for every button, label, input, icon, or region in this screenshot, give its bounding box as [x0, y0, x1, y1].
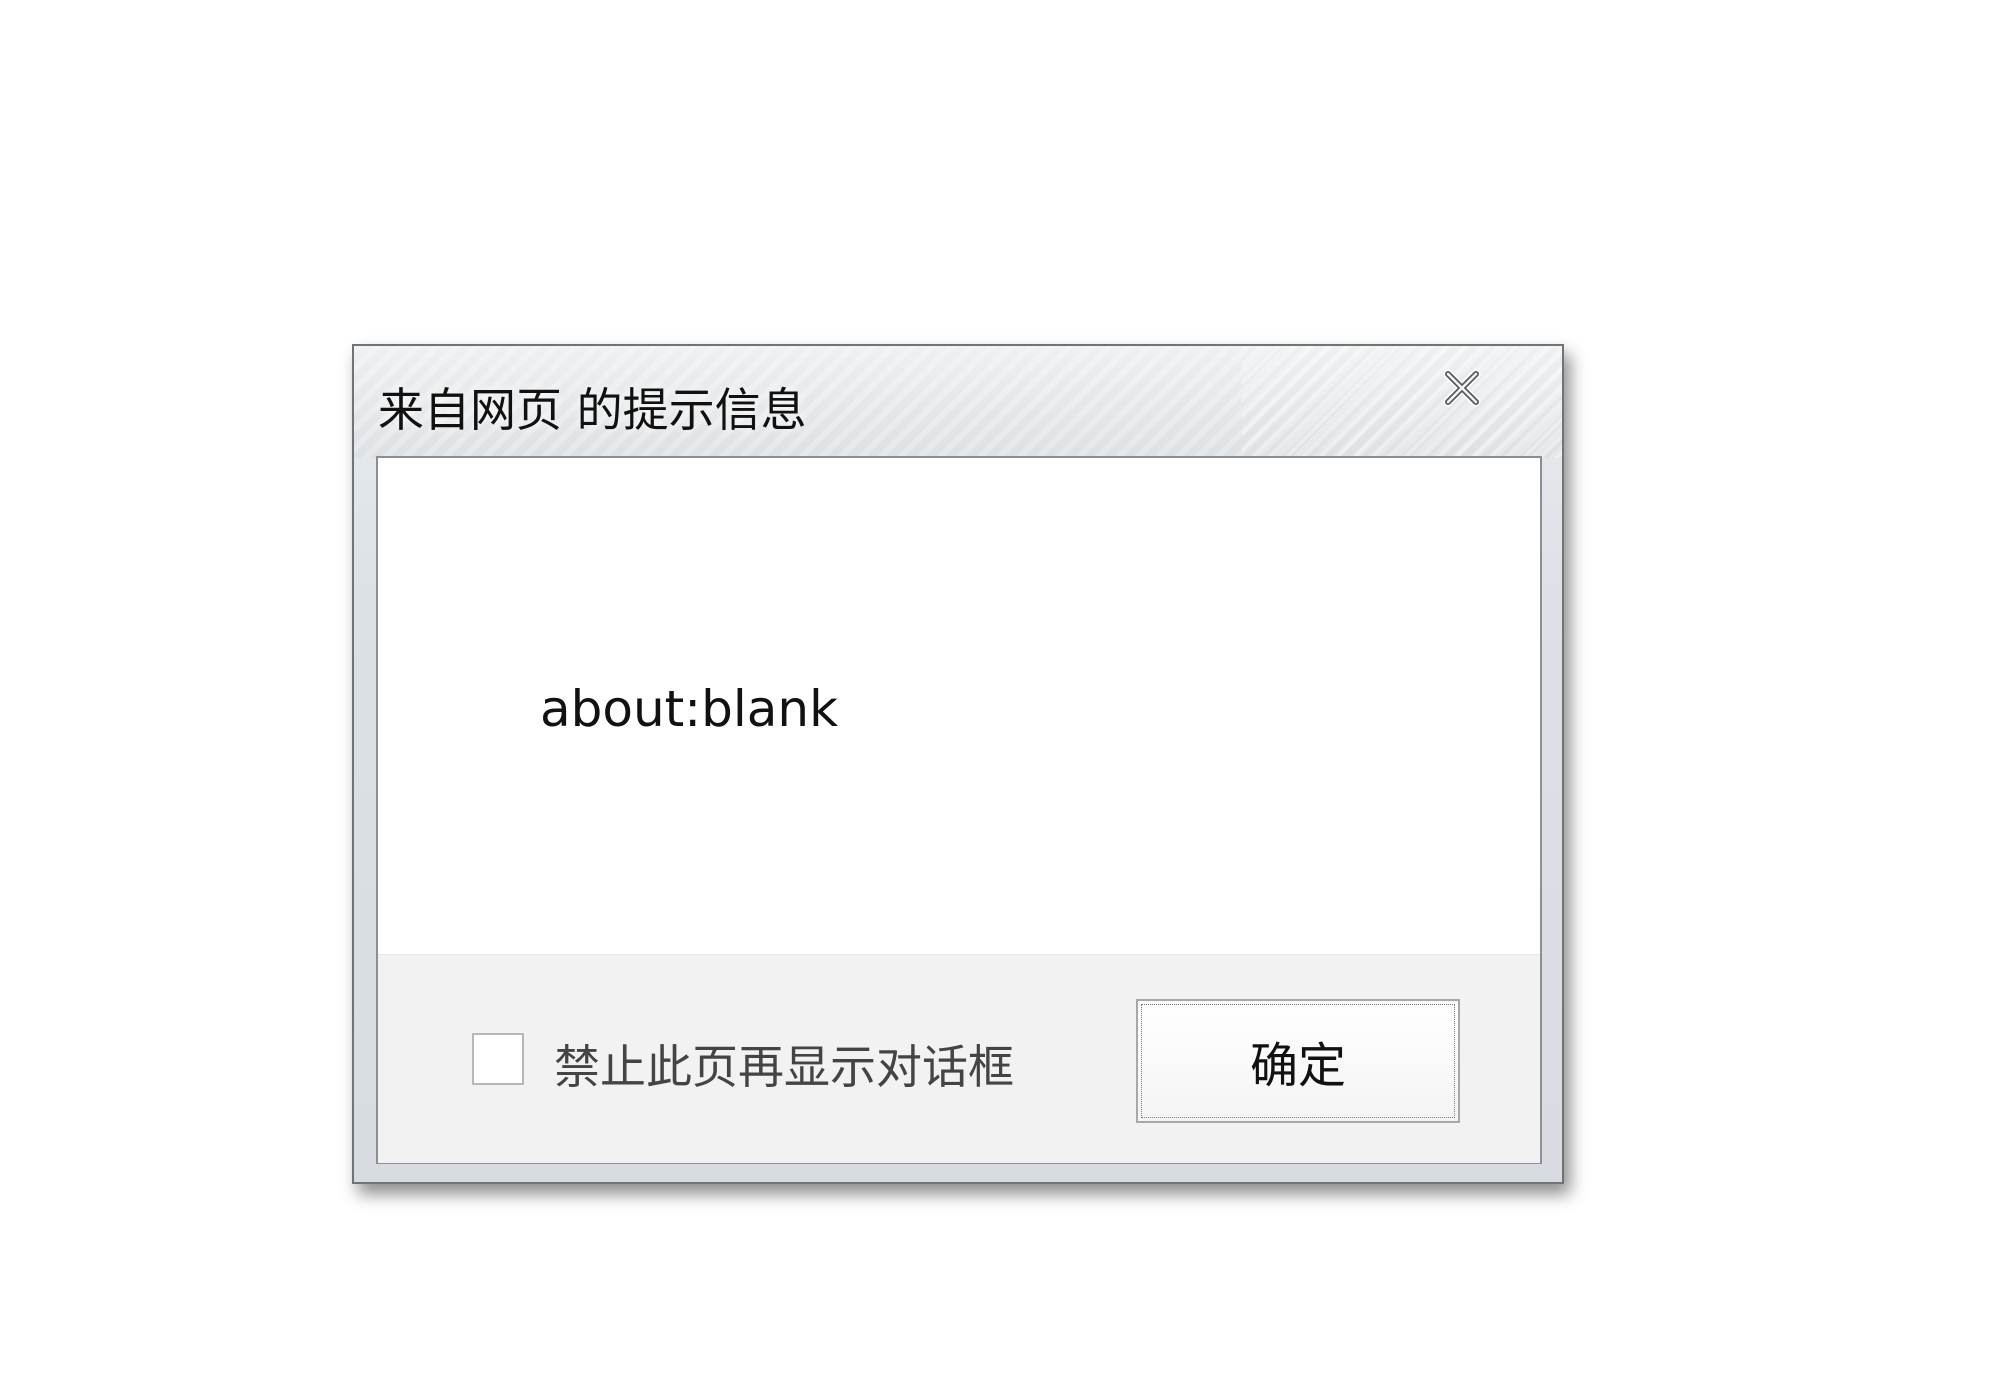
dialog-footer: 禁止此页再显示对话框 确定: [378, 954, 1540, 1163]
ok-button-label: 确定: [1249, 1038, 1346, 1094]
ok-button[interactable]: 确定: [1136, 999, 1460, 1123]
dialog-titlebar: 来自网页 的提示信息: [354, 346, 1562, 458]
alert-dialog: 来自网页 的提示信息 about:blank 禁止此页再显示对话框 确定: [352, 344, 1564, 1184]
dialog-title: 来自网页 的提示信息: [378, 383, 807, 437]
close-icon: [1438, 369, 1486, 416]
dialog-body: about:blank 禁止此页再显示对话框 确定: [376, 456, 1542, 1164]
close-button[interactable]: [1438, 364, 1486, 412]
suppress-dialogs-checkbox[interactable]: [472, 1033, 524, 1085]
dialog-message: about:blank: [540, 680, 839, 738]
message-area: about:blank: [378, 458, 1540, 954]
suppress-dialogs-label[interactable]: 禁止此页再显示对话框: [554, 1031, 1014, 1097]
